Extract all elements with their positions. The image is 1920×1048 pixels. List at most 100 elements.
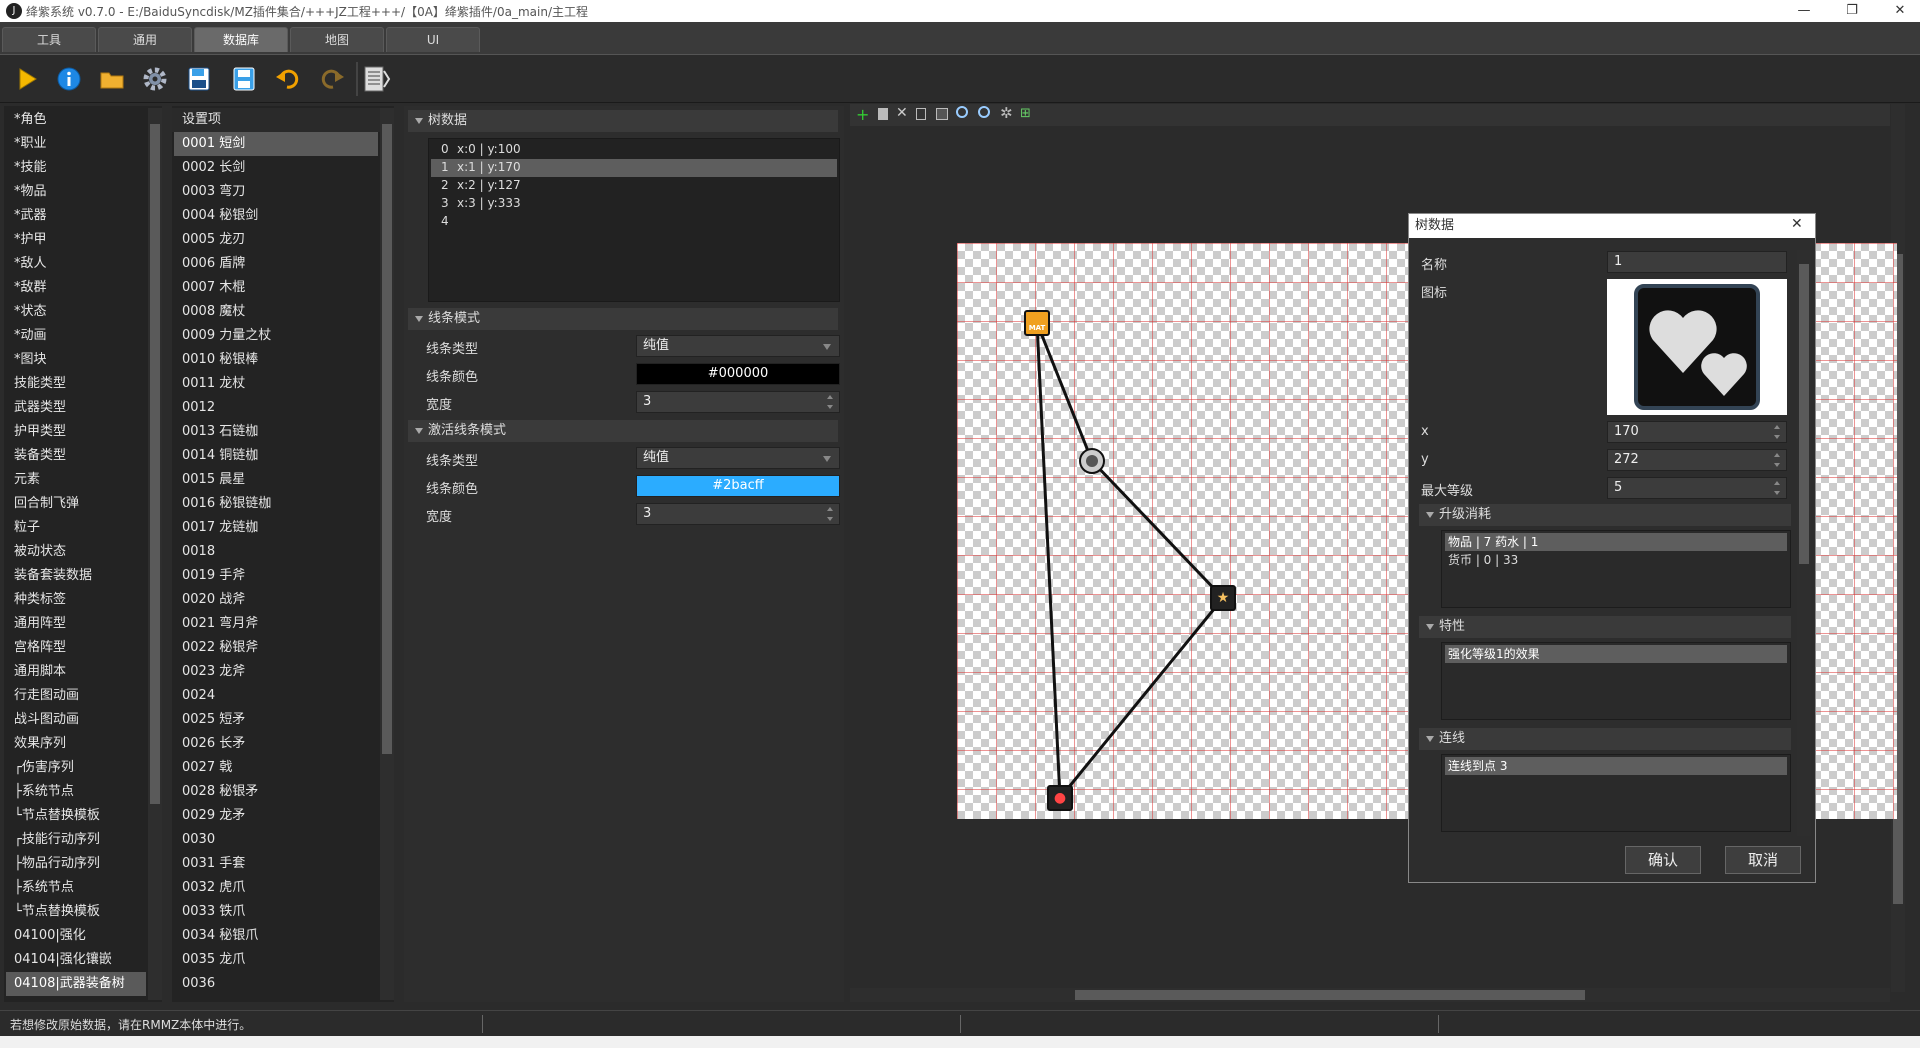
zoom-out-icon[interactable] — [978, 106, 990, 118]
category-item[interactable]: ┌技能行动序列 — [6, 828, 146, 852]
tree-node-0[interactable]: MAT — [1024, 310, 1050, 336]
settings-item[interactable]: 0029 龙矛 — [174, 804, 378, 828]
active-line-color-picker[interactable]: #2bacff — [636, 475, 840, 497]
copy-icon[interactable] — [916, 108, 926, 120]
confirm-button[interactable]: 确认 — [1625, 846, 1701, 874]
category-item[interactable]: *护甲 — [6, 228, 146, 252]
settings-item[interactable]: 0009 力量之杖 — [174, 324, 378, 348]
traits-section-header[interactable]: 特性 — [1419, 616, 1791, 638]
settings-item[interactable]: 0013 石链枷 — [174, 420, 378, 444]
paste-icon[interactable] — [936, 108, 948, 120]
category-item[interactable]: 装备类型 — [6, 444, 146, 468]
dialog-scrollbar[interactable] — [1797, 250, 1811, 836]
category-item[interactable]: ┌伤害序列 — [6, 756, 146, 780]
settings-item[interactable]: 0017 龙链枷 — [174, 516, 378, 540]
category-item[interactable]: 战斗图动画 — [6, 708, 146, 732]
gear-icon[interactable] — [140, 64, 170, 94]
category-item[interactable]: ├系统节点 — [6, 876, 146, 900]
links-section-header[interactable]: 连线 — [1419, 728, 1791, 750]
settings-item[interactable]: 0005 龙刃 — [174, 228, 378, 252]
category-item[interactable]: 回合制飞弹 — [6, 492, 146, 516]
settings-item[interactable]: 0027 戟 — [174, 756, 378, 780]
maximize-button[interactable]: ❐ — [1832, 0, 1872, 22]
category-item[interactable]: *职业 — [6, 132, 146, 156]
settings-icon[interactable]: ✲ — [1000, 104, 1013, 122]
category-item[interactable]: 行走图动画 — [6, 684, 146, 708]
folder-icon[interactable] — [97, 64, 127, 94]
play-icon[interactable] — [12, 64, 42, 94]
tree-data-row[interactable]: 1 x:1 | y:170 — [431, 159, 837, 177]
settings-item[interactable]: 0019 手斧 — [174, 564, 378, 588]
add-icon[interactable]: + — [856, 105, 869, 124]
list-item[interactable]: 强化等级1的效果 — [1445, 645, 1787, 663]
x-spinbox[interactable]: 170 — [1607, 421, 1787, 443]
settings-item[interactable]: 0022 秘银斧 — [174, 636, 378, 660]
script-icon[interactable] — [362, 64, 392, 94]
settings-item[interactable]: 0032 虎爪 — [174, 876, 378, 900]
save-icon[interactable] — [229, 64, 259, 94]
tab-map[interactable]: 地图 — [290, 27, 384, 52]
category-item[interactable]: *物品 — [6, 180, 146, 204]
tree-node-1[interactable] — [1079, 448, 1105, 474]
info-icon[interactable] — [54, 64, 84, 94]
zoom-in-icon[interactable] — [956, 106, 968, 118]
settings-item[interactable]: 0001 短剑 — [174, 132, 378, 156]
category-item[interactable]: 被动状态 — [6, 540, 146, 564]
category-item[interactable]: *敌人 — [6, 252, 146, 276]
settings-item[interactable]: 0011 龙杖 — [174, 372, 378, 396]
settings-item[interactable]: 0024 — [174, 684, 378, 708]
settings-item[interactable]: 0021 弯月斧 — [174, 612, 378, 636]
category-item[interactable]: 04104|强化镶嵌 — [6, 948, 146, 972]
category-item[interactable]: 武器类型 — [6, 396, 146, 420]
line-color-picker[interactable]: #000000 — [636, 363, 840, 385]
category-item[interactable]: 效果序列 — [6, 732, 146, 756]
settings-item[interactable]: 0033 铁爪 — [174, 900, 378, 924]
close-window-button[interactable]: ✕ — [1880, 0, 1920, 22]
settings-item[interactable]: 0026 长矛 — [174, 732, 378, 756]
save-as-icon[interactable] — [185, 64, 215, 94]
tree-node-3[interactable]: ● — [1047, 785, 1073, 811]
category-item[interactable]: 粒子 — [6, 516, 146, 540]
active-line-type-select[interactable]: 纯值 — [636, 447, 840, 469]
category-item[interactable]: *技能 — [6, 156, 146, 180]
list-item[interactable]: 连线到点 3 — [1445, 757, 1787, 775]
category-item[interactable]: 通用阵型 — [6, 612, 146, 636]
settings-item[interactable]: 0003 弯刀 — [174, 180, 378, 204]
settings-item[interactable]: 0018 — [174, 540, 378, 564]
tree-node-2[interactable]: ★ — [1210, 585, 1236, 611]
settings-scrollbar[interactable] — [380, 108, 394, 1000]
undo-icon[interactable] — [273, 64, 303, 94]
category-item[interactable]: *图块 — [6, 348, 146, 372]
delete-icon[interactable] — [878, 108, 888, 120]
settings-item[interactable]: 0025 短矛 — [174, 708, 378, 732]
line-mode-section-header[interactable]: 线条模式 — [408, 308, 838, 330]
category-item[interactable]: 04100|强化 — [6, 924, 146, 948]
settings-item[interactable]: 0016 秘银链枷 — [174, 492, 378, 516]
tree-data-row[interactable]: 2 x:2 | y:127 — [431, 177, 837, 195]
tree-data-row[interactable]: 4 — [431, 213, 837, 231]
cancel-button[interactable]: 取消 — [1725, 846, 1801, 874]
tab-tools[interactable]: 工具 — [2, 27, 96, 52]
cut-icon[interactable]: ✕ — [896, 105, 908, 121]
category-item[interactable]: 护甲类型 — [6, 420, 146, 444]
settings-item[interactable]: 0012 — [174, 396, 378, 420]
upgrade-cost-section-header[interactable]: 升级消耗 — [1419, 504, 1791, 526]
category-item[interactable]: └节点替换模板 — [6, 900, 146, 924]
category-item[interactable]: *武器 — [6, 204, 146, 228]
icon-preview[interactable] — [1607, 279, 1787, 415]
tab-database[interactable]: 数据库 — [194, 27, 288, 52]
category-item[interactable]: 宫格阵型 — [6, 636, 146, 660]
fit-icon[interactable]: ⊞ — [1020, 106, 1031, 121]
active-line-mode-section-header[interactable]: 激活线条模式 — [408, 420, 838, 442]
settings-item[interactable]: 0036 — [174, 972, 378, 996]
settings-item[interactable]: 0034 秘银爪 — [174, 924, 378, 948]
category-scrollbar[interactable] — [148, 108, 162, 1000]
category-item[interactable]: 元素 — [6, 468, 146, 492]
list-item[interactable]: 货币 | 0 | 33 — [1445, 551, 1787, 569]
canvas-hscrollbar[interactable] — [850, 988, 1890, 1002]
tree-data-row[interactable]: 0 x:0 | y:100 — [431, 141, 837, 159]
settings-item[interactable]: 0028 秘银矛 — [174, 780, 378, 804]
settings-item[interactable]: 0020 战斧 — [174, 588, 378, 612]
settings-item[interactable]: 0030 — [174, 828, 378, 852]
line-width-spinbox[interactable]: 3 — [636, 391, 840, 413]
